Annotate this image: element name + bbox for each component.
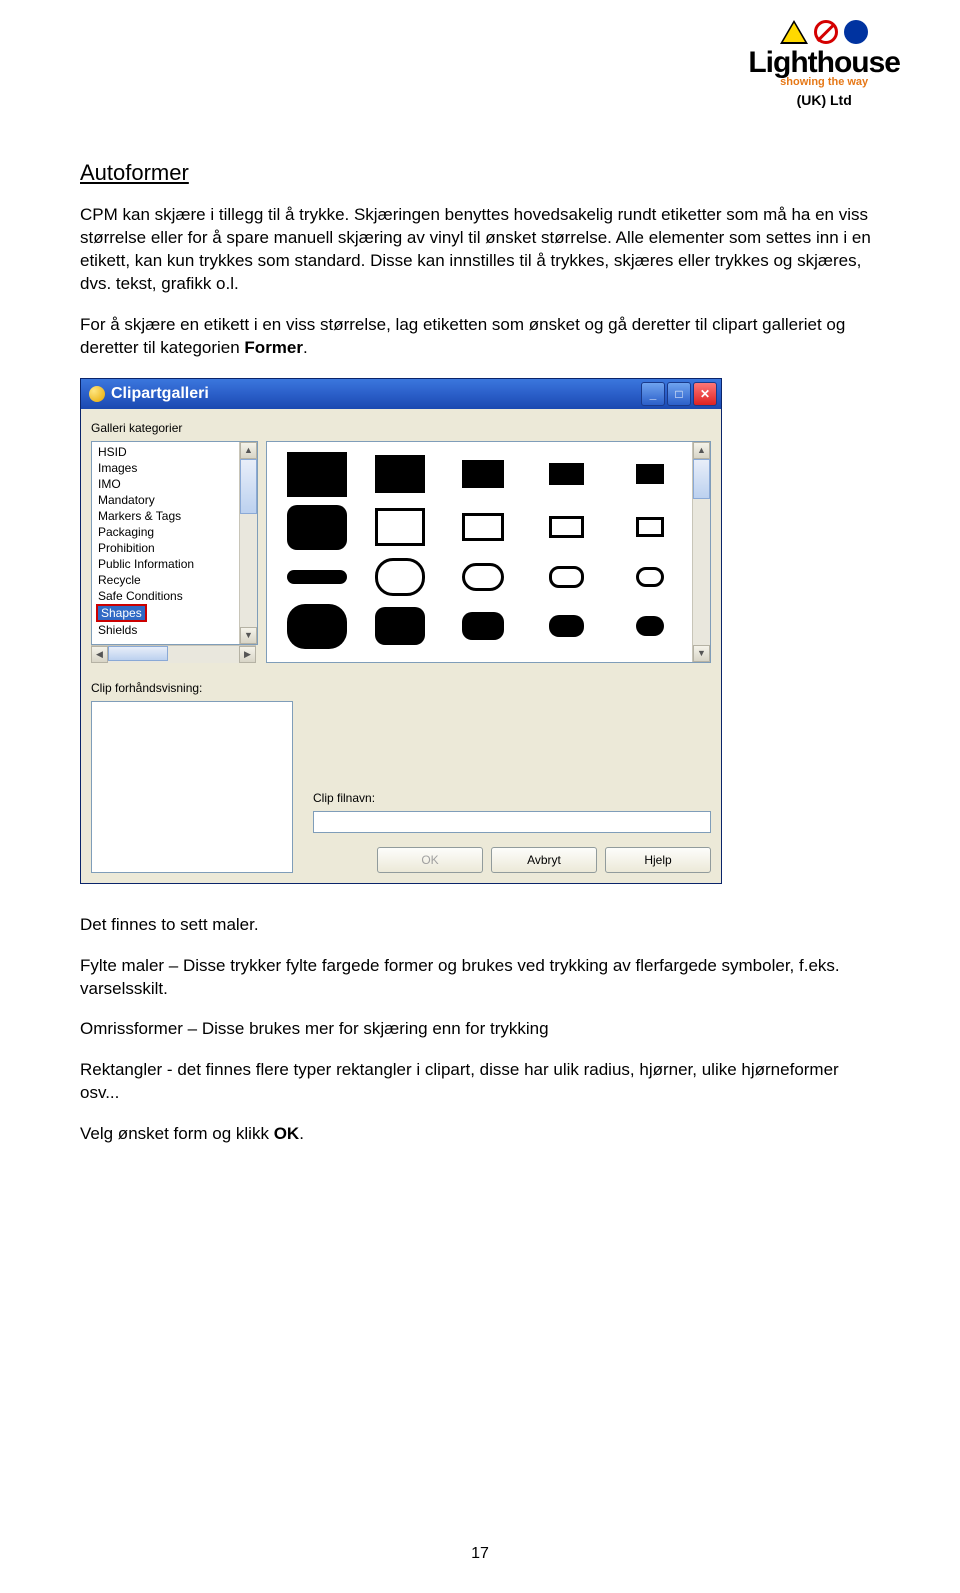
shapes-grid[interactable]: ▲ ▼ — [266, 441, 711, 663]
list-item-selected[interactable]: Shapes — [96, 604, 147, 622]
dialog-title: Clipartgalleri — [111, 385, 641, 403]
clipart-dialog: Clipartgalleri _ □ ✕ Galleri kategorier … — [80, 378, 722, 884]
shape-outline-rect[interactable] — [462, 513, 504, 541]
scroll-left-icon[interactable]: ◀ — [91, 646, 108, 663]
scroll-thumb[interactable] — [108, 646, 168, 661]
list-item[interactable]: Prohibition — [98, 540, 257, 556]
paragraph-7a: Velg ønsket form og klikk — [80, 1124, 274, 1143]
preview-box — [91, 701, 293, 873]
paragraph-2b: Former — [244, 338, 303, 357]
shape-filled-rect[interactable] — [462, 460, 504, 488]
list-item[interactable]: Shields — [98, 622, 257, 638]
shape-outline-rounded[interactable] — [549, 566, 584, 588]
paragraph-3: Det finnes to sett maler. — [80, 914, 880, 937]
shape-outline-rect[interactable] — [636, 517, 664, 537]
paragraph-2: For å skjære en etikett i en viss større… — [80, 314, 880, 360]
preview-label: Clip forhåndsvisning: — [91, 681, 293, 695]
list-vertical-scrollbar[interactable]: ▲ ▼ — [239, 442, 257, 644]
shape-filled-rounded[interactable] — [287, 505, 347, 550]
shape-outline-rect[interactable] — [375, 508, 425, 546]
shape-filled-rounded[interactable] — [462, 612, 504, 640]
list-horizontal-scrollbar[interactable]: ◀ ▶ — [91, 645, 256, 663]
list-item[interactable]: Recycle — [98, 572, 257, 588]
shape-filled-rounded[interactable] — [287, 604, 347, 649]
shape-outline-rounded[interactable] — [462, 563, 504, 591]
triangle-icon — [780, 20, 808, 44]
logo-shapes — [748, 20, 900, 44]
paragraph-2c: . — [303, 338, 308, 357]
shape-filled-rect[interactable] — [549, 463, 584, 485]
paragraph-6: Rektangler - det finnes flere typer rekt… — [80, 1059, 880, 1105]
page-heading: Autoformer — [80, 160, 880, 186]
shape-filled-rounded[interactable] — [636, 616, 664, 636]
list-item[interactable]: Mandatory — [98, 492, 257, 508]
shape-outline-rounded[interactable] — [375, 558, 425, 596]
page-number: 17 — [0, 1545, 960, 1563]
category-list: HSID Images IMO Mandatory Markers & Tags… — [92, 442, 257, 640]
dialog-titlebar[interactable]: Clipartgalleri _ □ ✕ — [81, 379, 721, 409]
shape-filled-rounded[interactable] — [375, 607, 425, 645]
scroll-up-icon[interactable]: ▲ — [240, 442, 257, 459]
shape-filled-rounded[interactable] — [549, 615, 584, 637]
shape-outline-rounded[interactable] — [636, 567, 664, 587]
scroll-thumb[interactable] — [240, 459, 257, 514]
brand-logo: Lighthouse showing the way (UK) Ltd — [748, 20, 900, 108]
paragraph-7: Velg ønsket form og klikk OK. — [80, 1123, 880, 1146]
ok-button[interactable]: OK — [377, 847, 483, 873]
list-item[interactable]: IMO — [98, 476, 257, 492]
logo-name: Lighthouse — [748, 46, 900, 80]
paragraph-4: Fylte maler – Disse trykker fylte farged… — [80, 955, 880, 1001]
circle-icon — [844, 20, 868, 44]
category-listbox[interactable]: HSID Images IMO Mandatory Markers & Tags… — [91, 441, 258, 645]
cancel-button[interactable]: Avbryt — [491, 847, 597, 873]
shape-filled-rect[interactable] — [375, 455, 425, 493]
scroll-thumb[interactable] — [693, 459, 710, 499]
maximize-button[interactable]: □ — [667, 382, 691, 406]
help-button[interactable]: Hjelp — [605, 847, 711, 873]
list-item[interactable]: Safe Conditions — [98, 588, 257, 604]
grid-vertical-scrollbar[interactable]: ▲ ▼ — [692, 442, 710, 662]
scroll-down-icon[interactable]: ▼ — [240, 627, 257, 644]
paragraph-5: Omrissformer – Disse brukes mer for skjæ… — [80, 1018, 880, 1041]
scroll-right-icon[interactable]: ▶ — [239, 646, 256, 663]
minimize-button[interactable]: _ — [641, 382, 665, 406]
paragraph-1: CPM kan skjære i tillegg til å trykke. S… — [80, 204, 880, 296]
app-icon — [89, 386, 105, 402]
shape-outline-rect[interactable] — [549, 516, 584, 538]
list-item[interactable]: Public Information — [98, 556, 257, 572]
paragraph-7c: . — [299, 1124, 304, 1143]
scroll-down-icon[interactable]: ▼ — [693, 645, 710, 662]
logo-suffix: (UK) Ltd — [748, 92, 900, 108]
filename-input[interactable] — [313, 811, 711, 833]
categories-label: Galleri kategorier — [91, 421, 711, 435]
list-item[interactable]: Markers & Tags — [98, 508, 257, 524]
scroll-up-icon[interactable]: ▲ — [693, 442, 710, 459]
paragraph-2a: For å skjære en etikett i en viss større… — [80, 315, 845, 357]
shape-filled-rect[interactable] — [287, 452, 347, 497]
prohibition-icon — [814, 20, 838, 44]
shape-filled-rect[interactable] — [636, 464, 664, 484]
close-button[interactable]: ✕ — [693, 382, 717, 406]
list-item[interactable]: Images — [98, 460, 257, 476]
list-item[interactable]: Packaging — [98, 524, 257, 540]
filename-label: Clip filnavn: — [313, 791, 711, 805]
shape-filled-bar[interactable] — [287, 570, 347, 584]
paragraph-7b: OK — [274, 1124, 300, 1143]
list-item[interactable]: HSID — [98, 444, 257, 460]
